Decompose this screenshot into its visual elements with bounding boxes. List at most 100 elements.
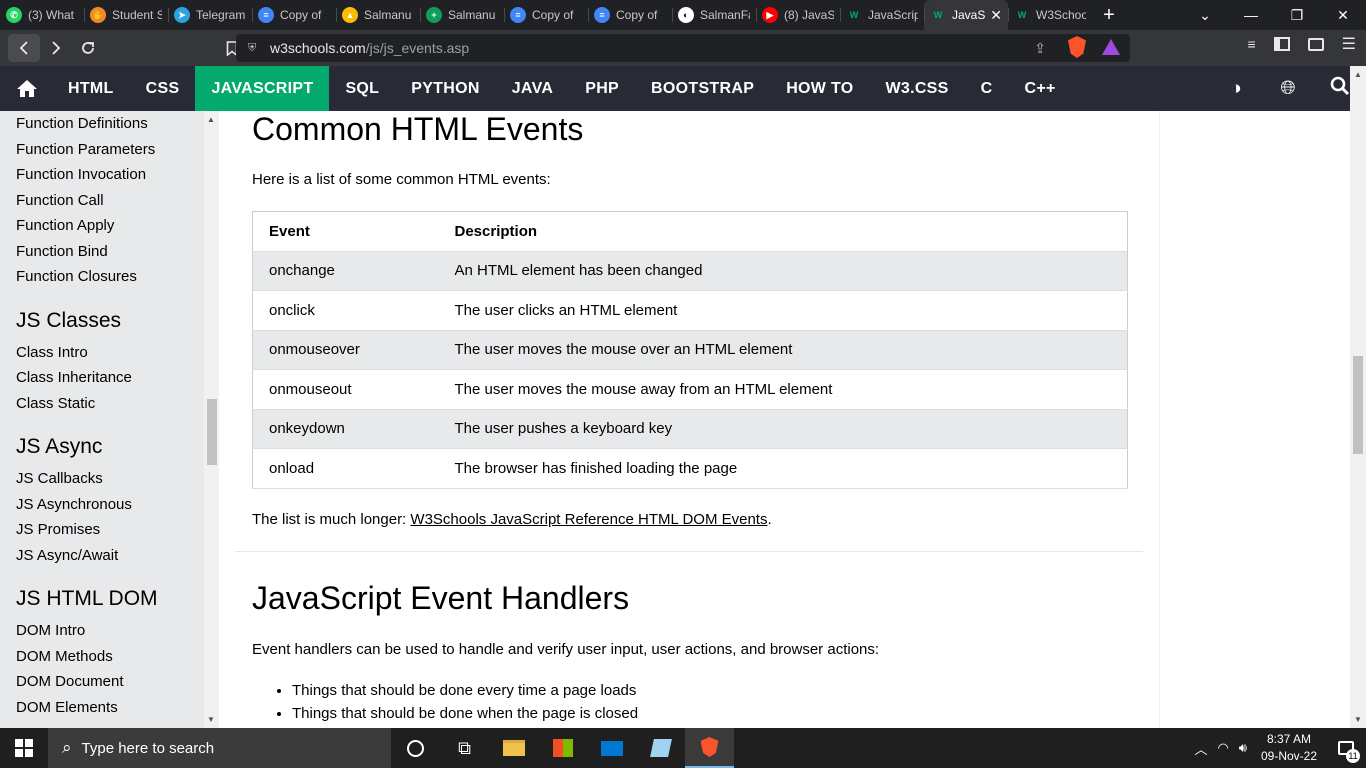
browser-tab[interactable]: W JavaS ✕ [924, 0, 1008, 30]
sidebar-link[interactable]: JS Asynchronous [0, 492, 204, 518]
restore-button[interactable]: ❐ [1274, 7, 1320, 24]
table-header-description: Description [438, 211, 1128, 252]
sidebar-link[interactable]: Function Call [0, 188, 204, 214]
page-scroll-up-icon[interactable]: ▲ [1354, 70, 1362, 79]
nav-item-w3-css[interactable]: W3.CSS [869, 66, 964, 111]
tab-favicon-icon: ≡ [510, 7, 526, 23]
browser-tab[interactable]: ▲ Salmanu [336, 0, 420, 30]
sidebar-link[interactable]: JS Callbacks [0, 466, 204, 492]
nav-item-javascript[interactable]: JAVASCRIPT [195, 66, 330, 111]
nav-item-css[interactable]: CSS [130, 66, 196, 111]
tab-favicon-icon: ✆ [6, 7, 22, 23]
sidebar-link[interactable]: Function Closures [0, 264, 204, 290]
scroll-down-icon[interactable]: ▼ [207, 715, 215, 724]
table-row: onmouseout The user moves the mouse away … [252, 369, 1128, 410]
browser-tab[interactable]: W W3Schoo [1008, 0, 1092, 30]
wallet-icon[interactable] [1307, 37, 1324, 51]
sidebar-link[interactable]: Function Parameters [0, 137, 204, 163]
forward-button[interactable] [40, 34, 72, 62]
notification-center-button[interactable]: 11 [1326, 741, 1366, 763]
menu-icon[interactable]: ☰ [1342, 34, 1356, 54]
start-button[interactable] [0, 728, 48, 768]
globe-icon[interactable]: 🌐︎ [1262, 78, 1314, 100]
sidebar-link[interactable]: Class Intro [0, 340, 204, 366]
event-name-cell: onchange [252, 251, 439, 291]
reload-button[interactable] [72, 34, 104, 62]
site-info-icon[interactable]: ⛨ [248, 42, 260, 54]
cortana-icon[interactable] [391, 728, 440, 768]
events-table: Event Description onchange An HTML elemen… [252, 211, 1128, 489]
brave-browser-icon[interactable] [685, 728, 734, 768]
home-icon [17, 80, 37, 97]
browser-tab[interactable]: + Salmanu [420, 0, 504, 30]
clock[interactable]: 8:37 AM 09-Nov-22 [1252, 731, 1326, 765]
sidebar-scrollbar[interactable]: ▲ ▼ [204, 111, 219, 728]
nav-item-java[interactable]: JAVA [496, 66, 570, 111]
nav-item-sql[interactable]: SQL [329, 66, 395, 111]
nav-item-php[interactable]: PHP [569, 66, 635, 111]
microsoft-store-icon[interactable] [538, 728, 587, 768]
new-tab-button[interactable]: + [1092, 4, 1126, 27]
volume-icon[interactable]: 🔊︎ [1239, 740, 1247, 756]
browser-tab[interactable]: ➤ Telegram [168, 0, 252, 30]
main-content: Common HTML Events Here is a list of som… [219, 111, 1159, 728]
chevron-up-icon[interactable]: ︿ [1194, 739, 1207, 758]
mail-icon[interactable] [587, 728, 636, 768]
tab-title: Salmanu [448, 8, 496, 22]
event-name-cell: onkeydown [252, 409, 439, 449]
dom-events-reference-link[interactable]: W3Schools JavaScript Reference HTML DOM … [410, 511, 767, 528]
page-scrollbar[interactable]: ▲ ▼ [1350, 66, 1366, 728]
close-window-button[interactable]: ✕ [1320, 7, 1366, 24]
sidebar-toggle-icon[interactable] [1273, 37, 1290, 51]
task-view-icon[interactable]: ⧉ [440, 728, 489, 768]
browser-tab[interactable]: ≡ Copy of [504, 0, 588, 30]
browser-tab[interactable]: ✆ (3) What [0, 0, 84, 30]
url-bar[interactable]: ⛨ w3schools.com/js/js_events.asp ⇪ [236, 34, 1130, 62]
minimize-button[interactable]: — [1228, 7, 1274, 23]
back-button[interactable] [8, 34, 40, 62]
dark-mode-icon[interactable]: ◑ [1210, 78, 1262, 100]
nav-item-c++[interactable]: C++ [1009, 66, 1072, 111]
sidebar-link[interactable]: Function Invocation [0, 162, 204, 188]
nav-item-c[interactable]: C [965, 66, 1009, 111]
sidebar-link[interactable]: DOM Methods [0, 644, 204, 670]
notepad-icon[interactable] [636, 728, 685, 768]
browser-tab[interactable]: W JavaScrip [840, 0, 924, 30]
tab-search-icon[interactable]: ⌄ [1182, 7, 1228, 24]
sidebar-link[interactable]: Function Apply [0, 213, 204, 239]
event-description-cell: An HTML element has been changed [438, 251, 1128, 291]
browser-tab[interactable]: ▶ (8) JavaS [756, 0, 840, 30]
sidebar-link[interactable]: DOM Document [0, 669, 204, 695]
nav-item-how-to[interactable]: HOW TO [770, 66, 869, 111]
file-explorer-icon[interactable] [489, 728, 538, 768]
browser-tab[interactable]: ✋ Student S [84, 0, 168, 30]
home-button[interactable] [0, 66, 52, 111]
share-icon[interactable]: ⇪ [1034, 40, 1046, 57]
browser-tab[interactable]: ≡ Copy of [588, 0, 672, 30]
network-icon[interactable]: ◠ [1217, 740, 1228, 756]
nav-item-html[interactable]: HTML [52, 66, 130, 111]
reload-icon [82, 42, 94, 54]
sidebar-link[interactable]: Class Static [0, 391, 204, 417]
sidebar-link[interactable]: Function Bind [0, 239, 204, 265]
sidebar-link[interactable]: Function Definitions [0, 111, 204, 137]
nav-item-python[interactable]: PYTHON [395, 66, 495, 111]
page-scroll-down-icon[interactable]: ▼ [1354, 715, 1362, 724]
clock-date: 09-Nov-22 [1260, 749, 1318, 763]
playlist-icon[interactable]: ≡ [1247, 36, 1255, 52]
sidebar-link[interactable]: DOM Intro [0, 618, 204, 644]
sidebar-link[interactable]: JS Promises [0, 517, 204, 543]
sidebar-link[interactable]: JS Async/Await [0, 543, 204, 569]
sidebar-link[interactable]: Class Inheritance [0, 365, 204, 391]
close-tab-icon[interactable]: ✕ [990, 7, 1002, 24]
browser-tab[interactable]: ◐ SalmanFa [672, 0, 756, 30]
page-scroll-thumb[interactable] [1353, 356, 1363, 454]
event-description-cell: The user pushes a keyboard key [438, 409, 1128, 449]
taskbar-search[interactable]: ⌕ Type here to search [48, 728, 391, 768]
sidebar-scroll-thumb[interactable] [207, 399, 217, 465]
browser-tab[interactable]: ≡ Copy of [252, 0, 336, 30]
sidebar-link[interactable]: DOM Elements [0, 695, 204, 721]
nav-item-bootstrap[interactable]: BOOTSTRAP [635, 66, 770, 111]
brave-rewards-icon[interactable] [1102, 39, 1120, 55]
scroll-up-icon[interactable]: ▲ [207, 115, 215, 124]
